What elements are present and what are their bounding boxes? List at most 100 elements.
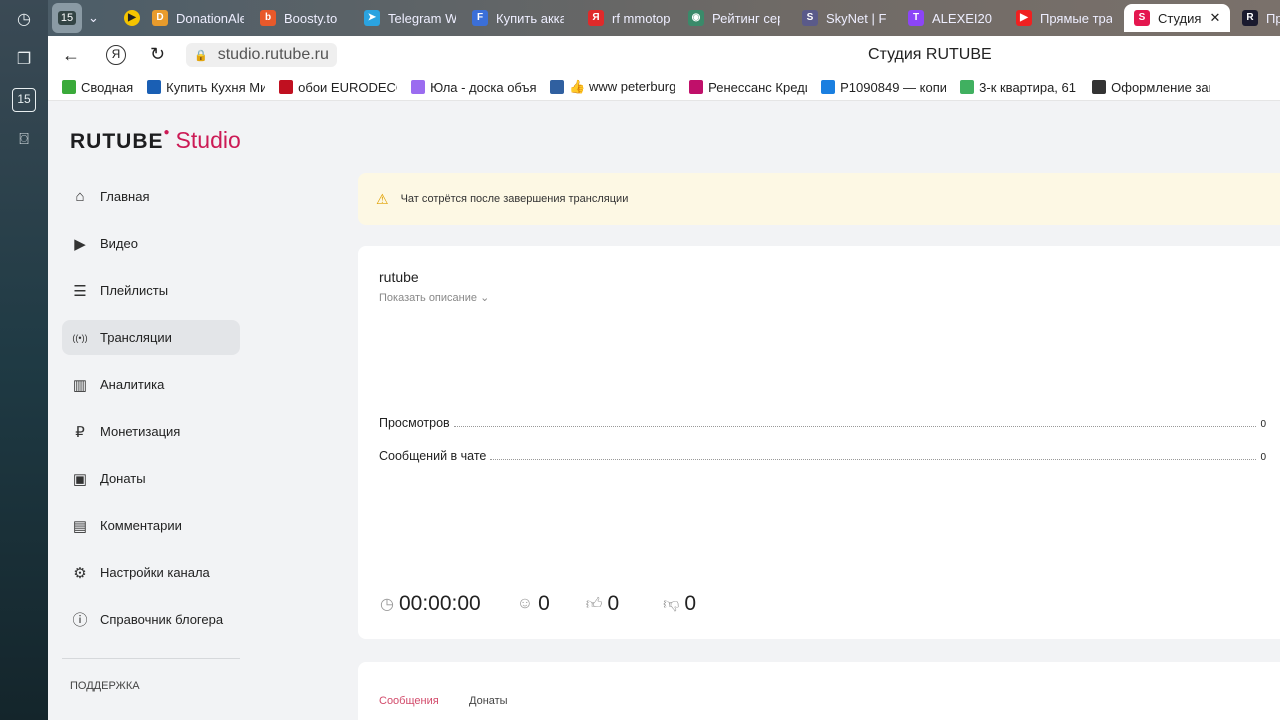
- bookmark[interactable]: обои EURODECOR: [279, 80, 397, 95]
- tab-donations[interactable]: Донаты: [469, 695, 508, 707]
- os-sidebar: ◷ ❐ 15 ⌼: [0, 0, 48, 720]
- tab-strip: 15 ⌄ ▶ D DonationAlerts b Boosty.to ➤ Telegra…: [48, 0, 1280, 36]
- bookmark-favicon: [411, 80, 426, 94]
- bookmark-label: Купить Кухня Ми: [166, 79, 266, 95]
- bookmarks-bar: Сводная Купить Кухня Ми обои EURODECOR Юла …: [48, 74, 1280, 101]
- browser-tab[interactable]: ◉ Рейтинг серверов: [688, 5, 780, 31]
- tab-label: Студия: [1158, 10, 1202, 26]
- logo-product: Studio: [175, 127, 241, 153]
- chevron-down-icon: ⌄: [480, 292, 490, 304]
- bookmark[interactable]: Ренессанс Кредит: [689, 80, 807, 95]
- page-title: Студия RUTUBE: [868, 46, 992, 63]
- sidebar-item-icon: ⚙: [73, 564, 87, 582]
- sidebar-item[interactable]: ▣ Донаты: [62, 461, 240, 496]
- tab-favicon: ▶: [1016, 10, 1032, 26]
- tab-favicon: ➤: [364, 10, 380, 26]
- url-text: studio.rutube.ru: [217, 46, 329, 63]
- yandex-icon[interactable]: Я: [106, 45, 126, 65]
- tabs-icon[interactable]: ❐: [12, 48, 36, 72]
- tabs-dropdown-icon[interactable]: ⌄: [88, 5, 110, 31]
- sidebar-item[interactable]: ▤ Комментарии: [62, 508, 240, 543]
- messages-value: 0: [1260, 452, 1266, 463]
- bookmark-label: Сводная: [81, 79, 134, 95]
- tab-favicon: b: [260, 10, 276, 26]
- back-icon[interactable]: ←: [62, 45, 80, 66]
- sidebar-item-icon: ₽: [75, 423, 85, 441]
- bookmark-label: Юла - доска объявлений: [430, 79, 537, 95]
- viewer-icon: ☺: [516, 595, 534, 612]
- logo-brand: RUTUBE: [70, 130, 164, 153]
- bookmark-favicon: [550, 80, 565, 94]
- bookmark[interactable]: 👍 www peterburg: [550, 79, 675, 95]
- viewers-value: 0: [538, 592, 550, 615]
- stream-card: rutube Показать описание ⌄ Просмотров 0 С…: [358, 246, 1280, 639]
- tab-label: rf mmotop: [612, 10, 671, 26]
- bookmark[interactable]: Оформление заказа: [1092, 80, 1210, 95]
- browser-tab[interactable]: ▶ Прямые трансляции: [1016, 5, 1112, 31]
- browser-tab[interactable]: F Купить аккаунт: [472, 5, 564, 31]
- bookmark-favicon: [689, 80, 704, 94]
- like-icon: 👍︎: [585, 595, 603, 613]
- tab-label: Прямые трансляции: [1040, 10, 1112, 26]
- sidebar-item[interactable]: ▥ Аналитика: [62, 367, 240, 402]
- sidebar-item-label: Настройки канала: [100, 565, 210, 580]
- reload-icon[interactable]: ↻: [150, 44, 165, 65]
- sidebar-item[interactable]: ⌂ Главная: [62, 179, 240, 214]
- camera-icon[interactable]: ⌼: [12, 128, 36, 152]
- tab-count-icon[interactable]: 15: [12, 88, 36, 112]
- views-label: Просмотров: [379, 416, 450, 430]
- browser-tab[interactable]: D DonationAlerts: [152, 5, 244, 31]
- bookmark[interactable]: Сводная: [62, 80, 133, 95]
- browser-tab[interactable]: b Boosty.to: [260, 5, 352, 31]
- views-row: Просмотров 0: [379, 416, 1266, 430]
- bookmark[interactable]: Купить Кухня Ми: [147, 80, 265, 95]
- tab-label: SkyNet | F: [826, 10, 887, 26]
- sidebar-item[interactable]: ((•)) Трансляции: [62, 320, 240, 355]
- tab-messages[interactable]: Сообщения: [379, 695, 439, 707]
- browser-tab[interactable]: T ALEXEI20: [908, 5, 1000, 31]
- sidebar-item[interactable]: ▶ Видео: [62, 226, 240, 261]
- bookmark-favicon: [279, 80, 294, 94]
- views-value: 0: [1260, 419, 1266, 430]
- sidebar-item-label: Монетизация: [100, 424, 181, 439]
- tab-label: ALEXEI20: [932, 10, 992, 26]
- tab-next[interactable]: R Пр: [1242, 5, 1280, 31]
- sidebar-item[interactable]: ☰ Плейлисты: [62, 273, 240, 308]
- bookmark-label: P1090849 — копия: [840, 79, 947, 95]
- tab-count: 15: [57, 11, 77, 25]
- sidebar-item-label: Плейлисты: [100, 283, 169, 298]
- rutube-studio-logo[interactable]: RUTUBE ● Studio: [70, 127, 241, 154]
- tab-favicon: T: [908, 10, 924, 26]
- divider: [62, 658, 240, 659]
- close-tab-icon[interactable]: ✕: [1209, 10, 1220, 26]
- tab-player[interactable]: ▶: [124, 5, 140, 31]
- tab-label: Купить аккаунт: [496, 10, 564, 26]
- sidebar-item-label: Видео: [100, 236, 138, 251]
- tab-label: Рейтинг серверов: [712, 10, 780, 26]
- url-field[interactable]: 🔒 studio.rutube.ru: [186, 43, 337, 67]
- dislikes-value: 0: [684, 592, 697, 615]
- sidebar-item[interactable]: ⓘ Справочник блогера: [62, 602, 240, 637]
- bookmark-favicon: [1092, 80, 1107, 94]
- tab-favicon: R: [1242, 10, 1258, 26]
- bookmark[interactable]: Юла - доска объявлений: [411, 80, 536, 95]
- bookmark[interactable]: P1090849 — копия: [821, 80, 946, 95]
- clock-icon: ◷: [380, 596, 394, 613]
- tab-favicon: S: [802, 10, 818, 26]
- tab-active[interactable]: S Студия ✕: [1124, 4, 1230, 32]
- sidebar-item[interactable]: ⚙ Настройки канала: [62, 555, 240, 590]
- sidebar-item[interactable]: ₽ Монетизация: [62, 414, 240, 449]
- bookmark-label: 3-к квартира, 61 м: [979, 79, 1079, 95]
- likes-value: 0: [607, 592, 620, 615]
- browser-tab[interactable]: S SkyNet | F: [802, 5, 894, 31]
- history-icon[interactable]: ◷: [12, 8, 36, 32]
- bookmark-favicon: [147, 80, 162, 94]
- show-description-link[interactable]: Показать описание ⌄: [379, 291, 489, 304]
- browser-tab[interactable]: Яrf mmotop: [588, 5, 680, 31]
- sidebar-item-icon: ▣: [72, 470, 88, 488]
- tab-favicon: F: [472, 10, 488, 26]
- chat-notice: ⚠ Чат сотрётся после завершения трансляци…: [358, 173, 1280, 225]
- browser-tab[interactable]: ➤ Telegram Web: [364, 5, 456, 31]
- tab-group-button[interactable]: 15: [52, 3, 82, 33]
- bookmark[interactable]: 3-к квартира, 61 м: [960, 80, 1078, 95]
